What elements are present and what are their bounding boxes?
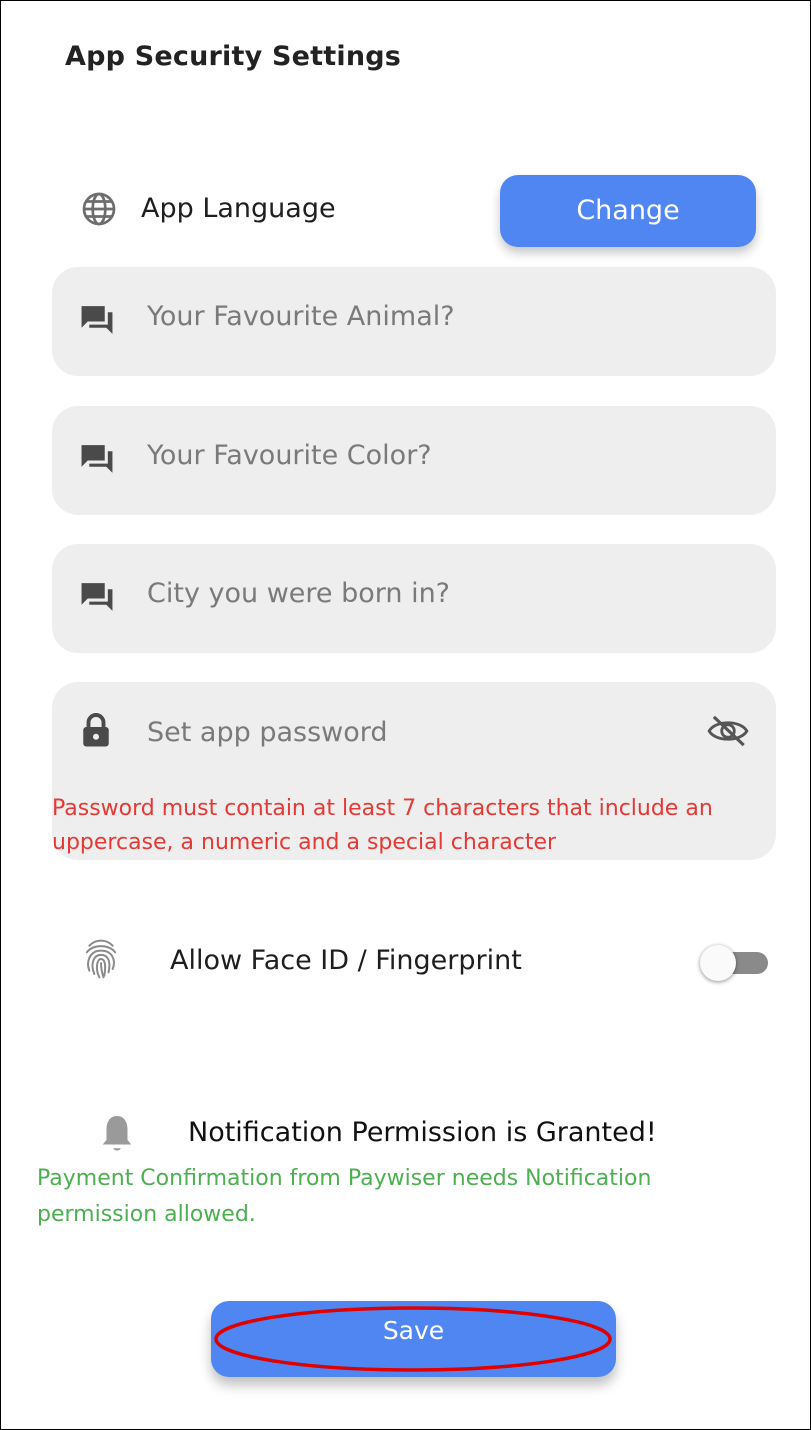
app-language-row: App Language Change bbox=[81, 175, 757, 249]
save-button[interactable]: Save bbox=[211, 1301, 616, 1377]
notification-status: Notification Permission is Granted! bbox=[188, 1117, 657, 1148]
bell-icon bbox=[102, 1116, 132, 1151]
app-password-field[interactable]: Set app password Password must contain a… bbox=[52, 682, 776, 860]
app-language-label: App Language bbox=[141, 193, 336, 224]
fingerprint-icon bbox=[85, 939, 117, 979]
lock-icon bbox=[83, 713, 109, 747]
app-password-placeholder: Set app password bbox=[147, 717, 388, 748]
page-title: App Security Settings bbox=[65, 41, 402, 72]
favourite-animal-field[interactable]: Your Favourite Animal? bbox=[52, 267, 776, 376]
eye-off-icon[interactable] bbox=[706, 712, 750, 750]
biometric-label: Allow Face ID / Fingerprint bbox=[170, 945, 522, 976]
change-language-button[interactable]: Change bbox=[500, 175, 756, 247]
notification-row: Notification Permission is Granted! bbox=[99, 1111, 739, 1161]
biometric-row: Allow Face ID / Fingerprint bbox=[81, 937, 781, 993]
settings-screen: App Security Settings App Language Chang… bbox=[0, 0, 811, 1430]
favourite-animal-placeholder: Your Favourite Animal? bbox=[147, 301, 455, 332]
payment-notification-note: Payment Confirmation from Paywiser needs… bbox=[37, 1166, 652, 1227]
chat-icon bbox=[81, 306, 113, 334]
globe-icon bbox=[82, 192, 116, 226]
birth-city-placeholder: City you were born in? bbox=[147, 578, 451, 609]
birth-city-field[interactable]: City you were born in? bbox=[52, 544, 776, 653]
biometric-toggle[interactable] bbox=[700, 945, 770, 981]
toggle-thumb bbox=[700, 945, 736, 981]
favourite-color-field[interactable]: Your Favourite Color? bbox=[52, 406, 776, 515]
save-button-label: Save bbox=[382, 1316, 445, 1345]
chat-icon bbox=[81, 445, 113, 473]
chat-icon bbox=[81, 583, 113, 611]
favourite-color-placeholder: Your Favourite Color? bbox=[147, 440, 432, 471]
password-error-message: Password must contain at least 7 charact… bbox=[52, 796, 713, 855]
